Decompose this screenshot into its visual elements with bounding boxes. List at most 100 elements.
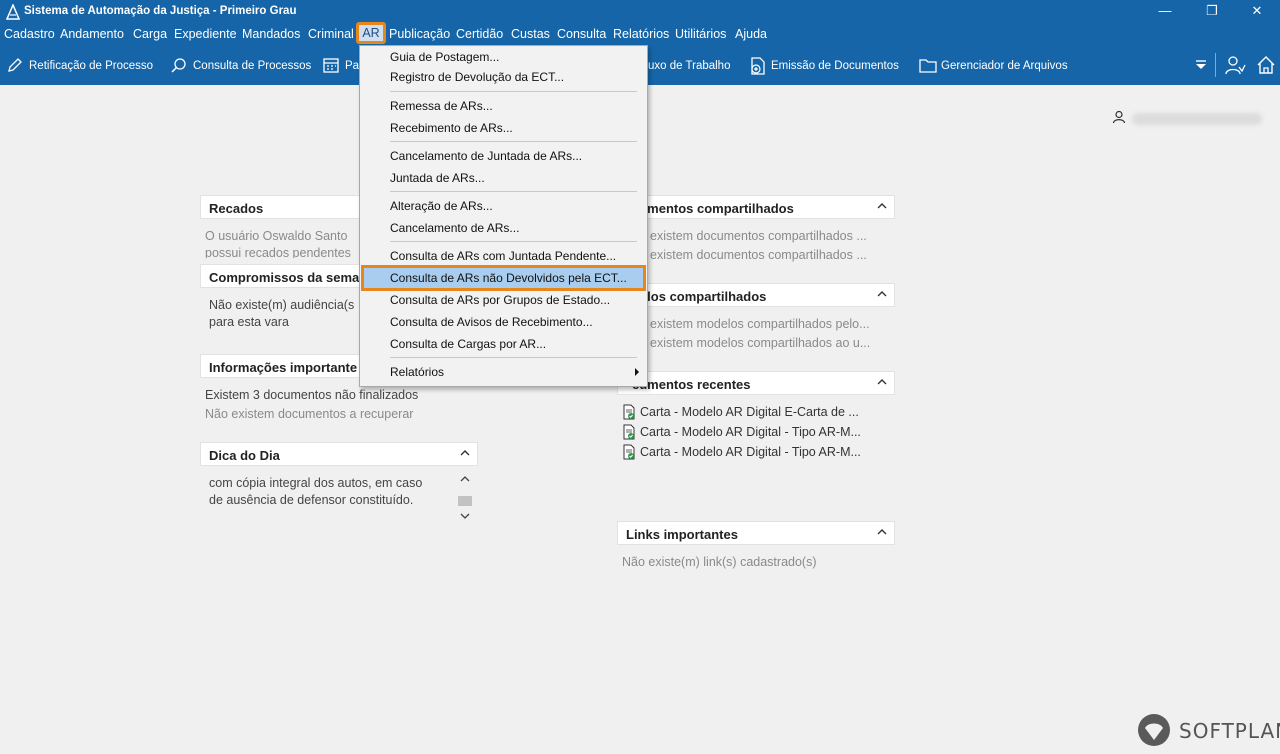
informacoes-header[interactable]: Informações importante <box>200 354 360 378</box>
links-line-1: Não existe(m) link(s) cadastrado(s) <box>622 555 817 569</box>
document-check-icon <box>623 424 635 440</box>
menu-item-juntada-ars[interactable]: Juntada de ARs... <box>390 171 485 185</box>
compromissos-line-1: Não existe(m) audiência(s <box>209 298 355 312</box>
menu-separator <box>390 241 637 242</box>
add-document-icon <box>751 57 765 75</box>
maximize-button[interactable]: ❐ <box>1189 0 1235 24</box>
chevron-up-icon[interactable] <box>459 447 471 459</box>
menu-publicacao[interactable]: Publicação <box>389 27 450 41</box>
links-title: Links importantes <box>626 527 738 542</box>
users-icon[interactable] <box>1224 54 1246 76</box>
menu-separator <box>390 141 637 142</box>
menu-utilitarios[interactable]: Utilitários <box>675 27 726 41</box>
chevron-up-icon[interactable] <box>876 376 888 388</box>
documentos-compartilhados-line-2: existem documentos compartilhados ... <box>650 248 867 262</box>
user-name-blurred <box>1132 113 1262 125</box>
compromissos-header[interactable]: Compromissos da sema <box>200 264 360 288</box>
dica-line-2: de ausência de defensor constituído. <box>209 493 414 507</box>
menu-carga[interactable]: Carga <box>133 27 167 41</box>
menu-item-cancelamento-ars[interactable]: Cancelamento de ARs... <box>390 221 519 235</box>
menu-andamento[interactable]: Andamento <box>60 27 124 41</box>
menu-criminal[interactable]: Criminal <box>308 27 354 41</box>
minimize-button[interactable]: — <box>1142 0 1188 24</box>
pauta-label: Pa <box>345 60 360 72</box>
recent-document-3[interactable]: Carta - Modelo AR Digital - Tipo AR-M... <box>622 444 882 460</box>
modelos-compartilhados-line-1: existem modelos compartilhados pelo... <box>650 317 870 331</box>
menu-item-guia-postagem[interactable]: Guia de Postagem... <box>390 50 499 64</box>
emissao-documentos-label: Emissão de Documentos <box>771 60 899 72</box>
recent-document-2[interactable]: Carta - Modelo AR Digital - Tipo AR-M... <box>622 424 882 440</box>
documentos-compartilhados-line-1: existem documentos compartilhados ... <box>650 229 867 243</box>
dica-header[interactable]: Dica do Dia <box>200 442 478 466</box>
fluxo-trabalho-label: uxo de Trabalho <box>648 60 731 72</box>
menu-item-consulta-cargas[interactable]: Consulta de Cargas por AR... <box>390 337 546 351</box>
informacoes-line-1: Existem 3 documentos não finalizados <box>205 388 419 402</box>
softplan-logo: SOFTPLAN <box>1136 712 1280 750</box>
ar-dropdown-menu: Guia de Postagem... Registro de Devoluçã… <box>359 45 648 387</box>
menu-separator <box>390 357 637 358</box>
close-button[interactable]: ✕ <box>1234 0 1280 24</box>
informacoes-line-2: Não existem documentos a recuperar <box>205 407 414 421</box>
recados-title: Recados <box>209 201 264 216</box>
gerenciador-arquivos-label: Gerenciador de Arquivos <box>941 60 1068 72</box>
menu-custas[interactable]: Custas <box>511 27 550 41</box>
menu-item-consulta-avisos[interactable]: Consulta de Avisos de Recebimento... <box>390 315 593 329</box>
search-icon <box>171 58 186 73</box>
documentos-compartilhados-header[interactable]: cumentos compartilhados <box>617 195 895 219</box>
informacoes-title: Informações importante <box>209 360 358 375</box>
links-header[interactable]: Links importantes <box>617 521 895 545</box>
consulta-processos-label: Consulta de Processos <box>193 60 312 72</box>
menu-certidao[interactable]: Certidão <box>456 27 503 41</box>
app-logo-icon <box>6 4 20 20</box>
menu-cadastro[interactable]: Cadastro <box>4 27 55 41</box>
document-check-icon <box>623 444 635 460</box>
recados-line-2: possui recados pendentes <box>205 246 351 258</box>
recados-header[interactable]: Recados <box>200 195 360 219</box>
window-title: Sistema de Automação da Justiça - Primei… <box>24 5 297 17</box>
recent-document-1[interactable]: Carta - Modelo AR Digital E-Carta de ... <box>622 404 882 420</box>
menu-item-consulta-nao-devolvidos[interactable]: Consulta de ARs não Devolvidos pela ECT.… <box>390 271 627 285</box>
compromissos-line-2: para esta vara <box>209 315 289 329</box>
retificacao-label: Retificação de Processo <box>29 60 154 72</box>
dica-scrollbar[interactable] <box>458 474 472 522</box>
softplan-wordmark: SOFTPLAN <box>1179 719 1280 743</box>
recent-document-1-label: Carta - Modelo AR Digital E-Carta de ... <box>640 405 859 419</box>
title-bar: Sistema de Automação da Justiça - Primei… <box>0 0 1280 24</box>
recados-line-1: O usuário Oswaldo Santo <box>205 229 348 243</box>
submenu-arrow-icon <box>635 368 639 376</box>
menu-mandados[interactable]: Mandados <box>242 27 300 41</box>
home-icon[interactable] <box>1255 54 1277 76</box>
menu-item-relatorios[interactable]: Relatórios <box>390 365 444 379</box>
menu-bar: Cadastro Andamento Carga Expediente Mand… <box>0 24 1280 45</box>
pencil-icon <box>8 58 22 72</box>
dropdown-arrow-icon[interactable] <box>1194 58 1208 72</box>
chevron-up-icon[interactable] <box>876 526 888 538</box>
menu-item-alteracao-ars[interactable]: Alteração de ARs... <box>390 199 493 213</box>
compromissos-title: Compromissos da sema <box>209 270 360 285</box>
documentos-compartilhados-title: cumentos compartilhados <box>632 201 794 216</box>
menu-ajuda[interactable]: Ajuda <box>735 27 767 41</box>
menu-item-consulta-grupos-estado[interactable]: Consulta de ARs por Grupos de Estado... <box>390 293 610 307</box>
modelos-compartilhados-header[interactable]: delos compartilhados <box>617 283 895 307</box>
menu-consulta[interactable]: Consulta <box>557 27 606 41</box>
softplan-logo-icon <box>1138 714 1170 746</box>
menu-item-registro-devolucao[interactable]: Registro de Devolução da ECT... <box>390 70 564 84</box>
menu-separator <box>390 191 637 192</box>
modelos-compartilhados-title: delos compartilhados <box>632 289 767 304</box>
menu-item-recebimento-ars[interactable]: Recebimento de ARs... <box>390 121 513 135</box>
menu-ar[interactable]: AR <box>356 22 386 44</box>
modelos-compartilhados-line-2: existem modelos compartilhados ao u... <box>650 336 871 350</box>
calendar-icon <box>323 58 339 73</box>
chevron-up-icon[interactable] <box>876 200 888 212</box>
documentos-recentes-header[interactable]: cumentos recentes <box>617 371 895 395</box>
menu-relatorios[interactable]: Relatórios <box>613 27 669 41</box>
document-check-icon <box>623 404 635 420</box>
menu-item-remessa-ars[interactable]: Remessa de ARs... <box>390 99 493 113</box>
chevron-up-icon[interactable] <box>876 288 888 300</box>
documentos-recentes-title: cumentos recentes <box>632 377 751 392</box>
menu-expediente[interactable]: Expediente <box>174 27 237 41</box>
dica-title: Dica do Dia <box>209 448 280 463</box>
user-icon <box>1112 110 1126 124</box>
menu-item-consulta-juntada-pendente[interactable]: Consulta de ARs com Juntada Pendente... <box>390 249 616 263</box>
menu-item-cancelamento-juntada[interactable]: Cancelamento de Juntada de ARs... <box>390 149 582 163</box>
